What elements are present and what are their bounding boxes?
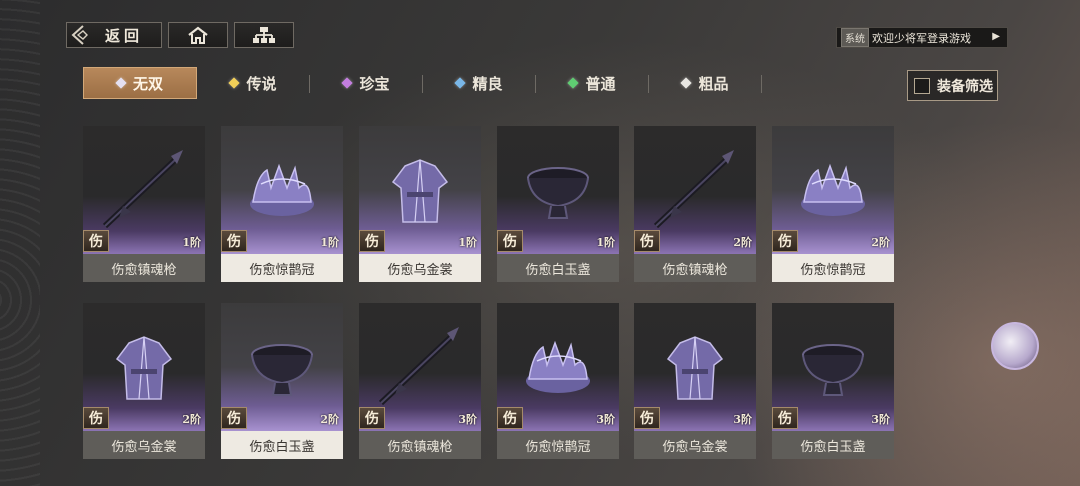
- home-icon: [187, 26, 209, 44]
- equipment-card[interactable]: 伤 2阶伤愈白玉盏: [221, 303, 343, 459]
- equipment-card[interactable]: 伤 3阶伤愈白玉盏: [772, 303, 894, 459]
- tier-label: 3阶: [596, 413, 615, 426]
- tier-label: 2阶: [871, 236, 890, 249]
- back-button[interactable]: 返回: [66, 22, 162, 48]
- tab-putong[interactable]: 普通: [536, 67, 649, 99]
- equipment-card[interactable]: 伤 2阶伤愈镇魂枪: [634, 126, 756, 282]
- top-navigation: 返回: [66, 22, 294, 48]
- tier-label: 2阶: [733, 236, 752, 249]
- equipment-card[interactable]: 伤 3阶伤愈乌金裳: [634, 303, 756, 459]
- tier-label: 3阶: [871, 413, 890, 426]
- back-arrow-icon: [67, 22, 93, 48]
- equipment-card[interactable]: 伤 2阶伤愈乌金裳: [83, 303, 205, 459]
- equipment-card[interactable]: 伤 3阶伤愈惊鹊冠: [497, 303, 619, 459]
- equipment-name: 伤愈惊鹊冠: [221, 254, 343, 282]
- equipment-card[interactable]: 伤 1阶伤愈镇魂枪: [83, 126, 205, 282]
- damage-type-badge: 伤: [772, 230, 798, 252]
- damage-type-badge: 伤: [772, 407, 798, 429]
- tab-zhenbao[interactable]: 珍宝: [310, 67, 423, 99]
- equipment-name: 伤愈乌金裳: [634, 431, 756, 459]
- tab-label: 珍宝: [359, 74, 390, 93]
- equipment-name: 伤愈白玉盏: [497, 254, 619, 282]
- equipment-filter-button[interactable]: 装备筛选: [907, 70, 998, 101]
- tier-label: 1阶: [596, 236, 615, 249]
- damage-type-badge: 伤: [359, 407, 385, 429]
- tier-label: 3阶: [458, 413, 477, 426]
- equipment-name: 伤愈惊鹊冠: [497, 431, 619, 459]
- tier-label: 1阶: [458, 236, 477, 249]
- damage-type-badge: 伤: [221, 407, 247, 429]
- gem-icon: [454, 77, 467, 89]
- tab-wushuang[interactable]: 无双: [83, 67, 197, 99]
- system-message: 欢迎少将军登录游戏: [872, 31, 971, 45]
- equipment-card[interactable]: 伤 1阶伤愈惊鹊冠: [221, 126, 343, 282]
- equipment-name: 伤愈镇魂枪: [359, 431, 481, 459]
- gem-icon: [341, 77, 354, 89]
- equipment-name: 伤愈镇魂枪: [83, 254, 205, 282]
- gem-icon: [228, 77, 241, 89]
- hierarchy-icon: [253, 26, 275, 44]
- system-message-bar[interactable]: 系统 欢迎少将军登录游戏 ▶: [836, 27, 1008, 48]
- equipment-name: 伤愈白玉盏: [772, 431, 894, 459]
- gem-icon: [567, 77, 580, 89]
- gem-icon: [680, 77, 693, 89]
- tier-label: 2阶: [182, 413, 201, 426]
- home-button[interactable]: [168, 22, 228, 48]
- equipment-card[interactable]: 伤 1阶伤愈白玉盏: [497, 126, 619, 282]
- back-label: 返回: [105, 26, 144, 45]
- play-arrow-icon: ▶: [992, 31, 1000, 42]
- tier-label: 3阶: [733, 413, 752, 426]
- rarity-tabs: 无双 传说 珍宝 精良 普通 粗品: [83, 67, 762, 99]
- equipment-name: 伤愈乌金裳: [359, 254, 481, 282]
- equipment-card[interactable]: 伤 2阶伤愈惊鹊冠: [772, 126, 894, 282]
- tab-label: 无双: [132, 74, 163, 93]
- damage-type-badge: 伤: [83, 230, 109, 252]
- tab-label: 普通: [585, 74, 616, 93]
- filter-checkbox[interactable]: [914, 77, 930, 94]
- avatar[interactable]: [991, 322, 1039, 370]
- equipment-card[interactable]: 伤 1阶伤愈乌金裳: [359, 126, 481, 282]
- gem-icon: [115, 77, 127, 89]
- decorative-border: [0, 0, 40, 486]
- equipment-name: 伤愈惊鹊冠: [772, 254, 894, 282]
- damage-type-badge: 伤: [634, 230, 660, 252]
- tab-jingliang[interactable]: 精良: [423, 67, 536, 99]
- equipment-name: 伤愈乌金裳: [83, 431, 205, 459]
- damage-type-badge: 伤: [634, 407, 660, 429]
- tab-chuanshuo[interactable]: 传说: [197, 67, 310, 99]
- tier-label: 1阶: [320, 236, 339, 249]
- tab-label: 粗品: [698, 74, 729, 93]
- damage-type-badge: 伤: [497, 230, 523, 252]
- equipment-name: 伤愈镇魂枪: [634, 254, 756, 282]
- tab-divider: [761, 75, 762, 93]
- tab-label: 传说: [246, 74, 277, 93]
- damage-type-badge: 伤: [497, 407, 523, 429]
- tier-label: 1阶: [182, 236, 201, 249]
- system-tag: 系统: [841, 28, 869, 47]
- damage-type-badge: 伤: [83, 407, 109, 429]
- equipment-name: 伤愈白玉盏: [221, 431, 343, 459]
- equipment-card[interactable]: 伤 3阶伤愈镇魂枪: [359, 303, 481, 459]
- filter-label: 装备筛选: [937, 78, 993, 95]
- hierarchy-button[interactable]: [234, 22, 294, 48]
- tab-label: 精良: [472, 74, 503, 93]
- tier-label: 2阶: [320, 413, 339, 426]
- damage-type-badge: 伤: [221, 230, 247, 252]
- tab-cupin[interactable]: 粗品: [649, 67, 762, 99]
- damage-type-badge: 伤: [359, 230, 385, 252]
